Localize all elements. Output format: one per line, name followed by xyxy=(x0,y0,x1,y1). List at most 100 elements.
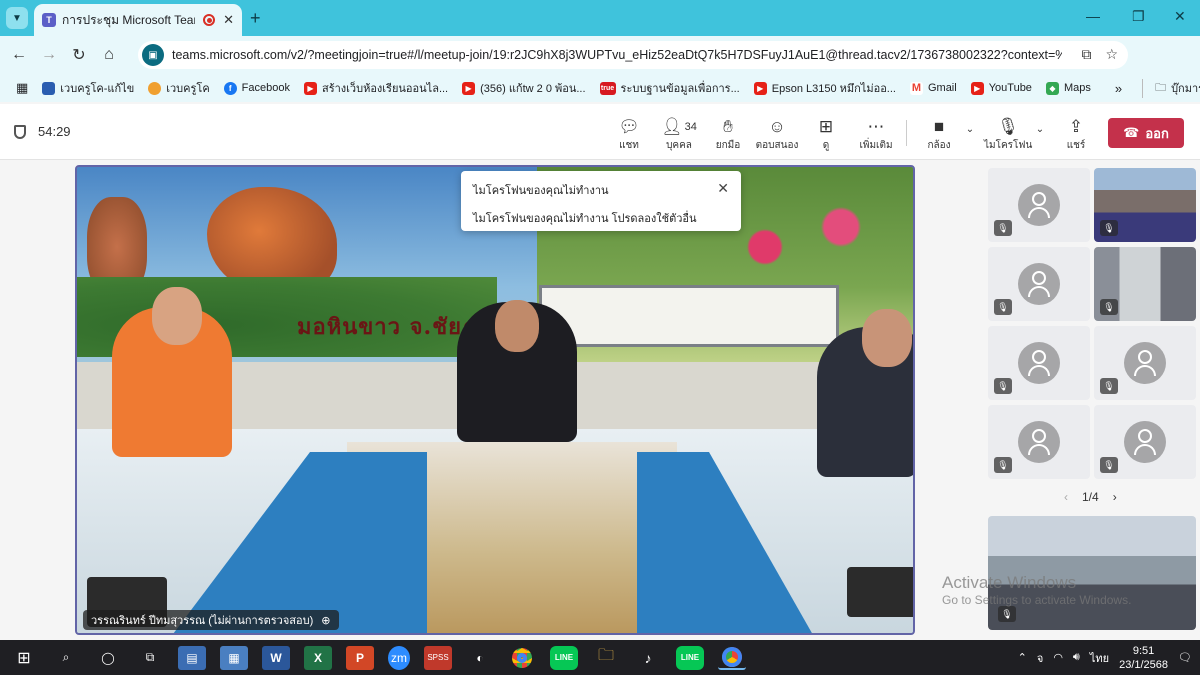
avatar-icon xyxy=(1018,421,1060,463)
meeting-timer: 54:29 xyxy=(14,124,71,139)
participant-tile[interactable]: 🎙︎ xyxy=(1094,405,1196,479)
system-tray: ⌃ จ ◠ 🔊︎ ไทย 9:51 23/1/2568 🗨︎ xyxy=(1018,640,1200,675)
tab-search-chevron-icon[interactable]: ▼ xyxy=(6,7,28,29)
people-button[interactable]: 👤︎ 34 บุคคล xyxy=(655,116,703,153)
tiktok-icon[interactable]: ♪ xyxy=(634,646,662,670)
avatar-icon xyxy=(1018,184,1060,226)
bookmark-item[interactable]: f Facebook xyxy=(223,81,290,95)
participant-tile[interactable]: 🎙︎ xyxy=(988,405,1090,479)
pager-next-icon[interactable]: › xyxy=(1113,490,1117,504)
participant-tile[interactable]: 🎙︎ xyxy=(988,247,1090,321)
main-video-feed[interactable]: มอหินขาว จ.ชัยภูมิ วรรณรินทร์ ปีทมสุวรรณ… xyxy=(75,165,915,635)
bookmark-item[interactable]: ▶ Epson L3150 หมึกไม่ออ... xyxy=(753,79,896,97)
more-button[interactable]: ⋯ เพิ่มเติม xyxy=(852,116,900,153)
bookmark-item[interactable]: เวบครูโค xyxy=(148,79,210,97)
toolbar-divider xyxy=(906,120,907,146)
task-view-icon[interactable]: ⧉ xyxy=(136,646,164,670)
volume-icon[interactable]: 🔊︎ xyxy=(1073,651,1080,664)
back-icon[interactable]: ← xyxy=(4,46,34,64)
room-window xyxy=(539,285,839,347)
tab-close-icon[interactable]: ✕ xyxy=(223,12,234,28)
tray-expand-icon[interactable]: ⌃ xyxy=(1018,651,1027,664)
windows-start-icon[interactable]: ⊞ xyxy=(10,646,38,670)
camera-options-chevron-icon[interactable]: ⌄ xyxy=(958,124,982,135)
install-app-icon[interactable]: ⧉ xyxy=(1081,46,1091,63)
restore-icon[interactable]: ❐ xyxy=(1132,8,1145,25)
chat-button[interactable]: 💬︎ แชท xyxy=(605,116,653,153)
line-icon[interactable]: LINE xyxy=(676,645,704,670)
apps-grid-icon[interactable]: ▦ xyxy=(16,80,28,96)
app-icon[interactable]: ◐ xyxy=(466,646,494,670)
mic-muted-icon: 🎙︎ xyxy=(1100,299,1118,315)
excel-icon[interactable]: X xyxy=(304,645,332,670)
youtube-icon: ▶ xyxy=(753,81,767,95)
notifications-icon[interactable]: 🗨︎ xyxy=(1178,651,1192,664)
bookmark-item[interactable]: true ระบบฐานข้อมูลเพื่อการ... xyxy=(599,79,740,97)
share-button[interactable]: ⇪ แชร์ xyxy=(1052,116,1100,153)
pin-icon[interactable]: ⊕ xyxy=(321,614,330,627)
browser-tab-bar: ▼ T การประชุม Microsoft Teams | ✕ + — ❐ … xyxy=(0,0,1200,36)
new-tab-icon[interactable]: + xyxy=(250,8,261,29)
bookmark-star-icon[interactable]: ☆ xyxy=(1105,46,1118,63)
all-bookmarks-folder[interactable]: 🗀บุ๊กมาร์กทั้งหมด xyxy=(1142,78,1200,98)
bookmark-item[interactable]: ▶ (356) แก้tw 2 0 พ้อน... xyxy=(462,79,586,97)
file-explorer-icon[interactable]: 🗀 xyxy=(592,646,620,670)
camera-icon: ■ xyxy=(933,117,945,136)
leave-button[interactable]: ☎ ออก xyxy=(1108,118,1184,148)
powerpoint-icon[interactable]: P xyxy=(346,645,374,670)
minimize-icon[interactable]: — xyxy=(1086,8,1100,24)
bookmark-item[interactable]: ▶ สร้างเว็บห้องเรียนออนไล... xyxy=(303,79,448,97)
bookmark-globe-icon xyxy=(148,81,162,95)
search-icon[interactable]: ⌕ xyxy=(52,646,80,670)
app-icon[interactable]: ▦ xyxy=(220,645,248,670)
input-language[interactable]: ไทย xyxy=(1090,649,1109,667)
clock[interactable]: 9:51 23/1/2568 xyxy=(1119,644,1168,672)
view-button[interactable]: ⊞ ดู xyxy=(802,116,850,153)
bookmark-item[interactable]: M Gmail xyxy=(909,81,957,95)
participant-tile[interactable]: 🎙︎ xyxy=(988,168,1090,242)
meeting-stage: มอหินขาว จ.ชัยภูมิ วรรณรินทร์ ปีทมสุวรรณ… xyxy=(0,161,1200,638)
address-bar[interactable]: ▣ teams.microsoft.com/v2/?meetingjoin=tr… xyxy=(138,41,1128,69)
app-icon[interactable]: ▤ xyxy=(178,645,206,670)
mic-options-chevron-icon[interactable]: ⌄ xyxy=(1028,124,1052,135)
bookmark-item[interactable]: ◆ Maps xyxy=(1045,81,1091,95)
participant-tile[interactable]: 🎙︎ xyxy=(988,326,1090,400)
forward-icon[interactable]: → xyxy=(34,46,64,64)
toast-close-icon[interactable]: ✕ xyxy=(717,180,729,197)
pager-prev-icon[interactable]: ‹ xyxy=(1064,490,1068,504)
line-icon[interactable]: LINE xyxy=(550,645,578,670)
bookmark-item[interactable]: ▶ YouTube xyxy=(970,81,1032,95)
browser-tab-teams[interactable]: T การประชุม Microsoft Teams | ✕ xyxy=(34,4,242,36)
participant-tile[interactable]: 🎙︎ xyxy=(1094,168,1196,242)
home-icon[interactable]: ⌂ xyxy=(94,46,124,64)
gallery-pager: ‹ 1/4 › xyxy=(1064,490,1117,504)
zoom-icon[interactable]: zm xyxy=(388,645,410,670)
site-info-icon[interactable]: ▣ xyxy=(142,44,164,66)
react-button[interactable]: ☺ ตอบสนอง xyxy=(753,116,801,153)
mic-muted-icon: 🎙︎ xyxy=(994,220,1012,236)
chrome-active-icon[interactable] xyxy=(718,646,746,670)
mic-muted-icon: 🎙︎ xyxy=(1100,378,1118,394)
bookmark-item[interactable]: เวบครูโค-แก้ไข xyxy=(42,79,134,97)
more-dots-icon: ⋯ xyxy=(867,117,885,136)
pager-text: 1/4 xyxy=(1082,490,1099,504)
participant-tile[interactable]: 🎙︎ xyxy=(1094,326,1196,400)
chrome-icon[interactable] xyxy=(508,646,536,670)
meeting-control-bar: 54:29 💬︎ แชท 👤︎ 34 บุคคล ✋︎ ยกมือ ☺ ตอบสน… xyxy=(0,104,1200,160)
spss-icon[interactable]: SPSS xyxy=(424,645,452,670)
participant-tile[interactable]: 🎙︎ xyxy=(1094,247,1196,321)
raise-hand-button[interactable]: ✋︎ ยกมือ xyxy=(704,116,752,153)
person-left xyxy=(112,287,232,457)
camera-button[interactable]: ■ กล้อง xyxy=(915,116,963,153)
bookmarks-overflow-icon[interactable]: » xyxy=(1115,81,1122,96)
window-close-icon[interactable]: ✕ xyxy=(1174,8,1186,25)
reload-icon[interactable]: ↻ xyxy=(64,45,94,65)
smiley-icon: ☺ xyxy=(768,117,786,136)
cortana-circle-icon[interactable]: ◯ xyxy=(94,646,122,670)
wifi-icon[interactable]: ◠ xyxy=(1053,651,1063,664)
word-icon[interactable]: W xyxy=(262,645,290,670)
maps-icon: ◆ xyxy=(1045,81,1059,95)
url-text[interactable]: teams.microsoft.com/v2/?meetingjoin=true… xyxy=(172,48,1062,62)
microphone-button[interactable]: 🎙︎ ไมโครโฟน xyxy=(984,116,1032,153)
tray-badge[interactable]: จ xyxy=(1037,649,1043,667)
